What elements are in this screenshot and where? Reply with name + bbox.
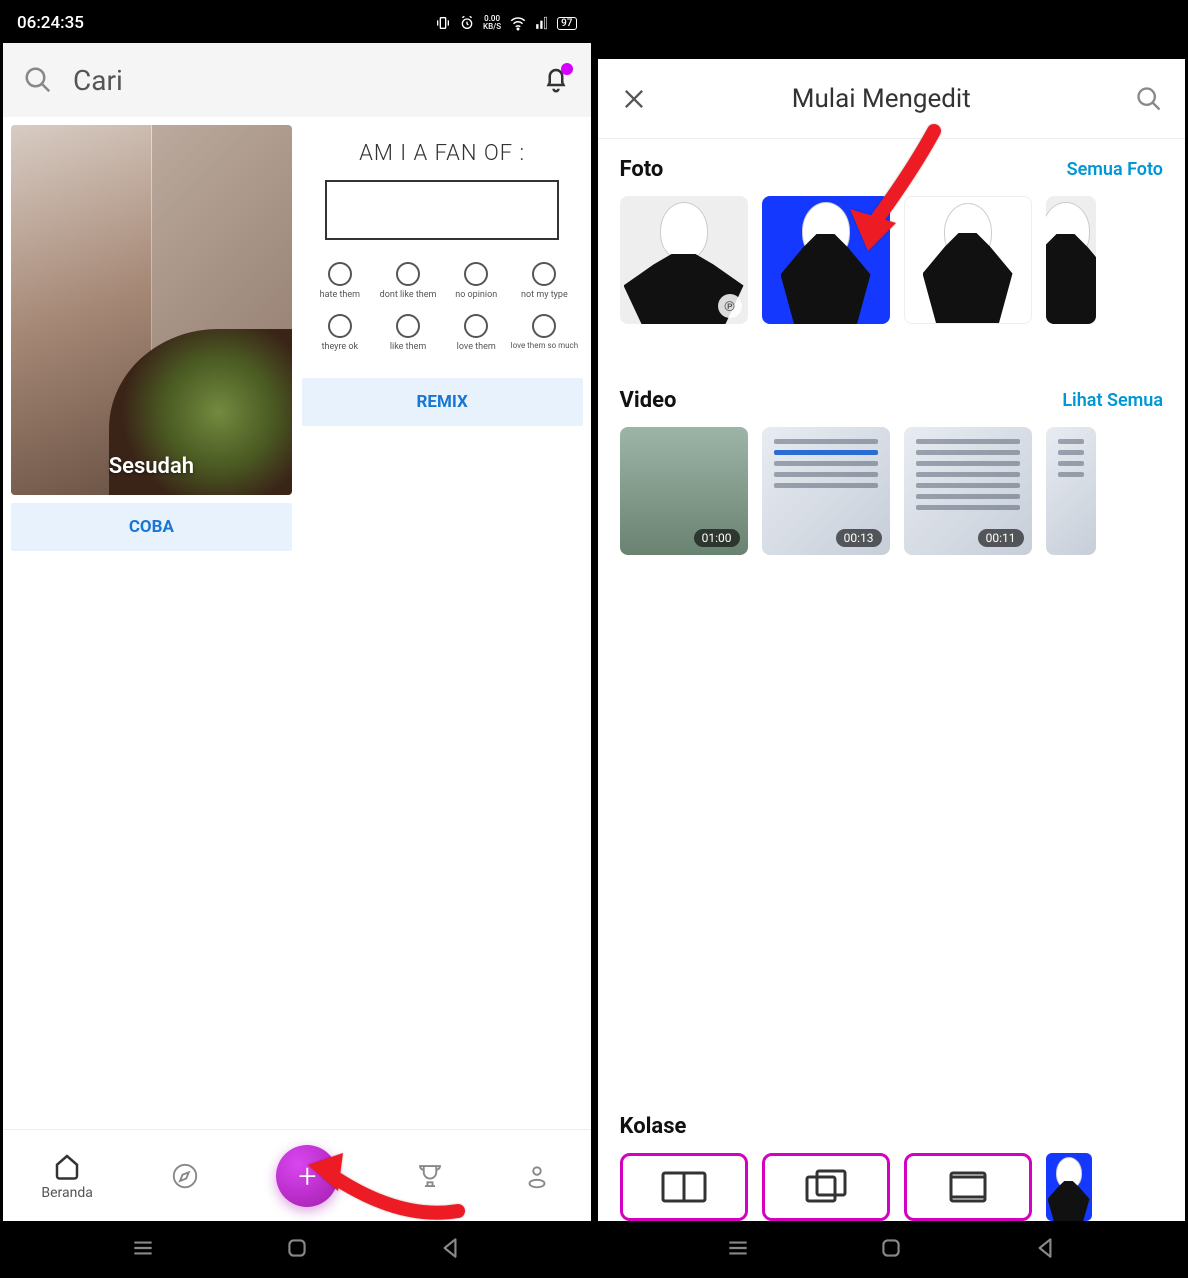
template-labels-row2: theyre oklike themlove themlove them so …: [306, 342, 579, 352]
remix-button[interactable]: REMIX: [302, 378, 583, 426]
nav-home[interactable]: Beranda: [41, 1151, 92, 1201]
nav-home-label: Beranda: [41, 1185, 92, 1201]
kolase-template[interactable]: [904, 1153, 1032, 1221]
blank-status-bar: [598, 3, 1186, 59]
vibrate-icon: [435, 15, 451, 31]
foto-thumb[interactable]: [1046, 196, 1096, 324]
section-head-foto: Foto Semua Foto: [598, 139, 1186, 192]
section-head-video: Video Lihat Semua: [598, 328, 1186, 423]
search-placeholder[interactable]: Cari: [73, 64, 521, 97]
modal-header: Mulai Mengedit: [598, 59, 1186, 139]
section-title-foto: Foto: [620, 157, 664, 182]
video-thumb[interactable]: [1046, 427, 1096, 555]
status-bar: 06:24:35 0.00KB/S 97: [3, 3, 591, 43]
bottom-nav: Beranda +: [3, 1129, 591, 1221]
system-nav: [3, 1221, 591, 1275]
recent-apps-button[interactable]: [130, 1235, 156, 1261]
template-title: AM I A FAN OF :: [306, 135, 579, 180]
section-head-kolase: Kolase: [598, 1096, 1186, 1149]
section-title-video: Video: [620, 388, 677, 413]
section-link-video[interactable]: Lihat Semua: [1062, 390, 1163, 411]
kolase-scroll[interactable]: [598, 1149, 1186, 1221]
nav-challenges[interactable]: [415, 1161, 445, 1191]
system-nav: [598, 1221, 1186, 1275]
battery-level: 97: [557, 17, 576, 30]
notification-dot: [561, 63, 573, 75]
video-thumb[interactable]: 00:13: [762, 427, 890, 555]
search-icon[interactable]: [23, 65, 53, 95]
foto-thumb[interactable]: ℗: [620, 196, 748, 324]
home-button[interactable]: [878, 1235, 904, 1261]
create-button[interactable]: +: [276, 1145, 338, 1207]
picsart-badge-icon: ℗: [718, 294, 742, 318]
kolase-template[interactable]: [762, 1153, 890, 1221]
template-labels-row1: hate themdont like themno opinionnot my …: [306, 290, 579, 300]
foto-scroll[interactable]: ℗: [598, 192, 1186, 328]
section-link-foto[interactable]: Semua Foto: [1067, 159, 1163, 180]
feed-card-template[interactable]: AM I A FAN OF : hate themdont like themn…: [302, 125, 583, 370]
video-duration: 00:13: [836, 529, 882, 547]
video-thumb[interactable]: 00:11: [904, 427, 1032, 555]
left-phone: 06:24:35 0.00KB/S 97: [0, 0, 594, 1278]
top-bar: Cari: [3, 43, 591, 117]
section-title-kolase: Kolase: [620, 1114, 687, 1139]
template-input-box: [325, 180, 560, 240]
home-button[interactable]: [284, 1235, 310, 1261]
video-scroll[interactable]: 01:00 00:13 00:11: [598, 423, 1186, 559]
video-duration: 01:00: [694, 529, 740, 547]
video-thumb[interactable]: 01:00: [620, 427, 748, 555]
foto-thumb[interactable]: [904, 196, 1032, 324]
coba-button[interactable]: COBA: [11, 503, 292, 551]
image-caption: Sesudah: [11, 454, 292, 479]
status-time: 06:24:35: [17, 13, 84, 33]
nav-explore[interactable]: [170, 1161, 200, 1191]
kolase-template[interactable]: [620, 1153, 748, 1221]
close-icon[interactable]: [620, 85, 648, 113]
foto-thumb[interactable]: [762, 196, 890, 324]
back-button[interactable]: [437, 1235, 463, 1261]
nav-profile[interactable]: [522, 1161, 552, 1191]
modal-title: Mulai Mengedit: [646, 84, 1118, 114]
signal-icon: [535, 16, 549, 30]
wifi-icon: [509, 14, 527, 32]
feed-card-image[interactable]: Sesudah: [11, 125, 292, 495]
search-icon[interactable]: [1135, 85, 1163, 113]
data-speed: 0.00KB/S: [483, 15, 501, 31]
right-phone: Mulai Mengedit Foto Semua Foto ℗ Video L…: [594, 0, 1188, 1278]
video-duration: 00:11: [978, 529, 1024, 547]
recent-apps-button[interactable]: [725, 1235, 751, 1261]
feed: Sesudah COBA AM I A FAN OF : hate themdo…: [3, 117, 591, 1129]
kolase-template[interactable]: [1046, 1153, 1092, 1221]
notification-icon[interactable]: [541, 65, 571, 95]
back-button[interactable]: [1032, 1235, 1058, 1261]
alarm-icon: [459, 15, 475, 31]
